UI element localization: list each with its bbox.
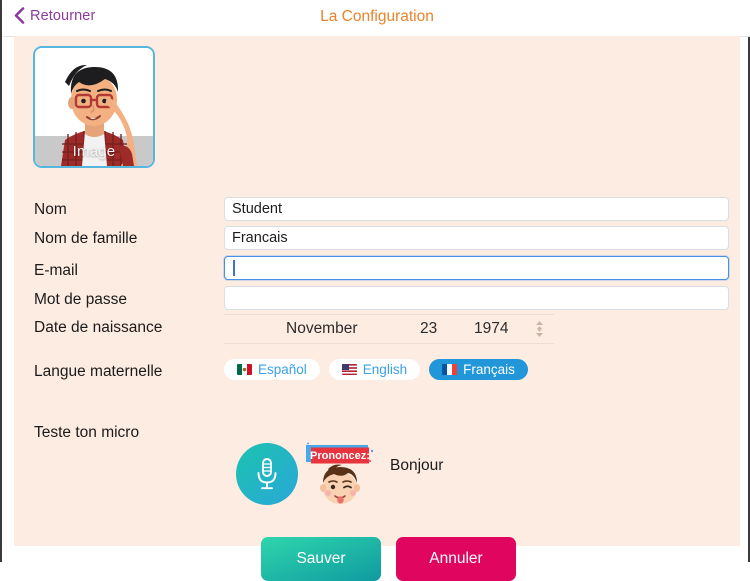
pronounce-word: Bonjour: [390, 457, 444, 474]
app-window: Retourner La Configuration Image Nom Stu…: [0, 0, 750, 581]
language-option-label: Español: [258, 362, 307, 377]
usa-flag-icon: [341, 364, 357, 375]
input-email[interactable]: [224, 256, 729, 280]
date-of-birth-picker[interactable]: November 23 1974: [224, 314, 554, 344]
settings-content-panel: Image Nom Nom de famille E-mail Mot de p…: [14, 36, 740, 581]
label-mot-de-passe: Mot de passe: [34, 291, 128, 308]
label-langue-maternelle: Langue maternelle: [34, 363, 163, 380]
label-date-de-naissance: Date de naissance: [34, 319, 163, 336]
date-day-value[interactable]: 23: [420, 320, 437, 338]
label-nom: Nom: [34, 201, 67, 218]
page-title: La Configuration: [320, 8, 434, 25]
microphone-test-button[interactable]: [236, 443, 298, 505]
language-option-label: English: [362, 362, 408, 377]
label-email: E-mail: [34, 262, 78, 279]
input-mot-de-passe[interactable]: [224, 286, 729, 310]
language-option-label: Français: [463, 362, 515, 377]
navigation-bar: Retourner La Configuration: [4, 0, 750, 37]
microphone-icon: [257, 458, 277, 490]
avatar-illustration: [35, 48, 153, 166]
pronounce-prompt-illustration: Prononcez:: [306, 442, 374, 504]
date-year-value[interactable]: 1974: [474, 320, 508, 338]
input-nom-de-famille[interactable]: [224, 226, 729, 250]
label-teste-ton-micro: Teste ton micro: [34, 424, 140, 441]
language-option-english[interactable]: English: [328, 359, 421, 380]
mexico-flag-icon: [237, 364, 252, 375]
date-month-value[interactable]: November: [286, 320, 358, 338]
avatar-picker[interactable]: Image: [33, 46, 155, 168]
label-nom-de-famille: Nom de famille: [34, 230, 138, 247]
language-option-francais[interactable]: Français: [429, 359, 528, 380]
cancel-button[interactable]: Annuler: [396, 537, 516, 581]
text-cursor: [233, 260, 235, 276]
up-down-stepper-icon[interactable]: [535, 320, 544, 338]
input-nom[interactable]: [224, 197, 729, 221]
save-button[interactable]: Sauver: [261, 537, 381, 581]
france-flag-icon: [442, 364, 458, 375]
pronounce-badge-text: Prononcez:: [310, 450, 370, 462]
language-option-espanol[interactable]: Español: [224, 359, 320, 380]
language-selector: Español English Français: [224, 359, 528, 380]
